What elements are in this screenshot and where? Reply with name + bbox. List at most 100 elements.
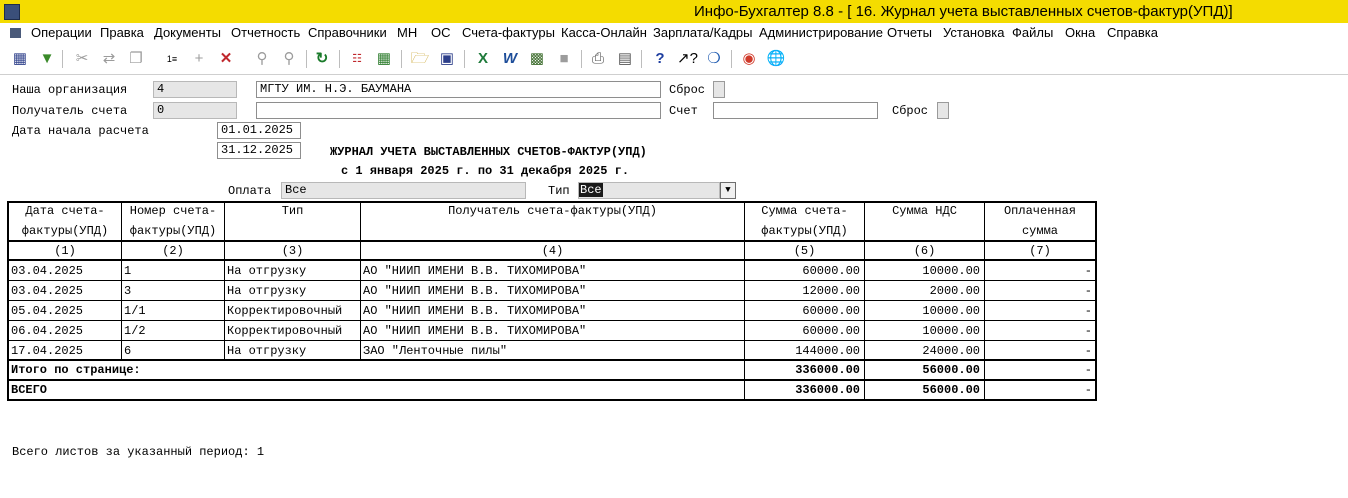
menu-reports[interactable]: Отчеты (887, 25, 932, 40)
table-cell[interactable]: - (985, 344, 1092, 358)
menu-reporting[interactable]: Отчетность (231, 25, 300, 40)
table-cell[interactable]: 60000.00 (745, 324, 860, 338)
calculator-icon[interactable]: ▦ (10, 49, 30, 69)
account-field[interactable] (713, 102, 878, 119)
chart-icon[interactable]: ▩ (527, 49, 547, 69)
table-cell[interactable]: АО "НИИП ИМЕНИ В.В. ТИХОМИРОВА" (363, 284, 586, 298)
menu-help[interactable]: Справка (1107, 25, 1158, 40)
table-cell[interactable]: - (985, 284, 1092, 298)
pin-icon[interactable]: ⚲ (252, 49, 272, 69)
header-type: Тип (281, 204, 304, 218)
table-cell[interactable]: АО "НИИП ИМЕНИ В.В. ТИХОМИРОВА" (363, 264, 586, 278)
table-cell[interactable]: 06.04.2025 (11, 324, 83, 338)
menu-administration[interactable]: Администрирование (759, 25, 883, 40)
table-cell[interactable]: 03.04.2025 (11, 284, 83, 298)
table-cell[interactable]: Корректировочный (227, 304, 342, 318)
recipient-code-field[interactable]: 0 (153, 102, 237, 119)
org-name-field[interactable]: МГТУ ИМ. Н.Э. БАУМАНА (256, 81, 661, 98)
table-cell[interactable]: 144000.00 (745, 344, 860, 358)
menu-cash-online[interactable]: Касса-Онлайн (561, 25, 647, 40)
reset2-checkbox[interactable] (937, 102, 949, 119)
table-cell[interactable]: 05.04.2025 (11, 304, 83, 318)
menu-invoices[interactable]: Счета-фактуры (462, 25, 555, 40)
excel-icon[interactable]: X (473, 49, 493, 69)
menu-mn[interactable]: МН (397, 25, 417, 40)
lifebuoy-icon[interactable]: ◉ (739, 49, 759, 69)
table-cell[interactable]: 1/1 (124, 304, 146, 318)
table-cell[interactable]: 12000.00 (745, 284, 860, 298)
table-cell[interactable]: 6 (124, 344, 131, 358)
menu-documents[interactable]: Документы (154, 25, 221, 40)
payment-select[interactable]: Все (281, 182, 526, 199)
menu-os[interactable]: ОС (431, 25, 451, 40)
grand-total-label: ВСЕГО (11, 383, 48, 397)
menu-files[interactable]: Файлы (1012, 25, 1053, 40)
table-cell[interactable]: На отгрузку (227, 344, 306, 358)
menu-settings[interactable]: Установка (943, 25, 1004, 40)
delete-icon[interactable]: ✕ (216, 49, 236, 69)
menu-references[interactable]: Справочники (308, 25, 387, 40)
type-select[interactable]: Все (578, 182, 720, 199)
table-cell[interactable]: 1/2 (124, 324, 146, 338)
table-cell[interactable]: На отгрузку (227, 264, 306, 278)
table-cell[interactable]: ЗАО "Ленточные пилы" (363, 344, 507, 358)
menu-windows[interactable]: Окна (1065, 25, 1095, 40)
table-cell[interactable]: АО "НИИП ИМЕНИ В.В. ТИХОМИРОВА" (363, 304, 586, 318)
export-icon[interactable]: ■ (554, 49, 574, 69)
add-icon[interactable]: + (189, 49, 209, 69)
context-help-icon[interactable]: ↗? (677, 49, 698, 69)
menu-bar: Операции Правка Документы Отчетность Спр… (0, 23, 1348, 43)
menu-edit[interactable]: Правка (100, 25, 144, 40)
org-code-field[interactable]: 4 (153, 81, 237, 98)
menu-salary[interactable]: Зарплата/Кадры (653, 25, 753, 40)
header-paid-1: Оплаченная (1003, 204, 1076, 218)
open-folder-icon[interactable]: 🗁 (410, 49, 430, 69)
save-icon[interactable]: ▣ (437, 49, 457, 69)
globe-icon[interactable]: 🌐 (766, 49, 786, 69)
header-date-1: Дата счета- (25, 204, 105, 218)
table-cell[interactable]: - (985, 324, 1092, 338)
system-menu-icon[interactable] (10, 28, 21, 38)
col-number: (5) (793, 244, 816, 258)
account-label: Счет (669, 104, 698, 118)
reset1-checkbox[interactable] (713, 81, 725, 98)
menu-operations[interactable]: Операции (31, 25, 92, 40)
recipient-name-field[interactable] (256, 102, 661, 119)
compass-icon[interactable]: ❍ (704, 49, 724, 69)
unpin-icon[interactable]: ⚲ (279, 49, 299, 69)
print-icon[interactable]: ⎙ (588, 49, 608, 69)
preview-icon[interactable]: ▤ (615, 49, 635, 69)
spreadsheet-icon[interactable]: ▦ (374, 49, 394, 69)
table-cell[interactable]: 10000.00 (865, 324, 980, 338)
numbering-icon[interactable]: 1≡ (162, 49, 182, 69)
table-cell[interactable]: - (985, 304, 1092, 318)
table-cell[interactable]: АО "НИИП ИМЕНИ В.В. ТИХОМИРОВА" (363, 324, 586, 338)
table-cell[interactable]: 1 (124, 264, 131, 278)
table-cell[interactable]: 2000.00 (865, 284, 980, 298)
table-cell[interactable]: На отгрузку (227, 284, 306, 298)
help-icon[interactable]: ? (650, 49, 670, 69)
table-cell[interactable]: 10000.00 (865, 264, 980, 278)
pdf-icon[interactable]: ☷ (347, 49, 367, 69)
report-period: с 1 января 2025 г. по 31 декабря 2025 г. (341, 164, 630, 178)
cut-icon[interactable]: ✂ (72, 49, 92, 69)
table-cell[interactable]: 17.04.2025 (11, 344, 83, 358)
chevron-down-icon[interactable]: ▼ (720, 182, 736, 199)
filter-icon[interactable]: ▼ (37, 49, 57, 69)
table-cell[interactable]: 10000.00 (865, 304, 980, 318)
table-cell[interactable]: 3 (124, 284, 131, 298)
table-cell[interactable]: 03.04.2025 (11, 264, 83, 278)
table-cell[interactable]: 24000.00 (865, 344, 980, 358)
page-total-paid: - (1084, 363, 1092, 377)
org-label: Наша организация (12, 83, 128, 97)
refresh-icon[interactable]: ↻ (312, 49, 332, 69)
date-from-field[interactable]: 01.01.2025 (217, 122, 301, 139)
date-to-field[interactable]: 31.12.2025 (217, 142, 301, 159)
merge-icon[interactable]: ⇄ (99, 49, 119, 69)
table-cell[interactable]: Корректировочный (227, 324, 342, 338)
word-icon[interactable]: W (500, 49, 520, 69)
copy-icon[interactable]: ❐ (126, 49, 146, 69)
table-cell[interactable]: - (985, 264, 1092, 278)
table-cell[interactable]: 60000.00 (745, 264, 860, 278)
table-cell[interactable]: 60000.00 (745, 304, 860, 318)
